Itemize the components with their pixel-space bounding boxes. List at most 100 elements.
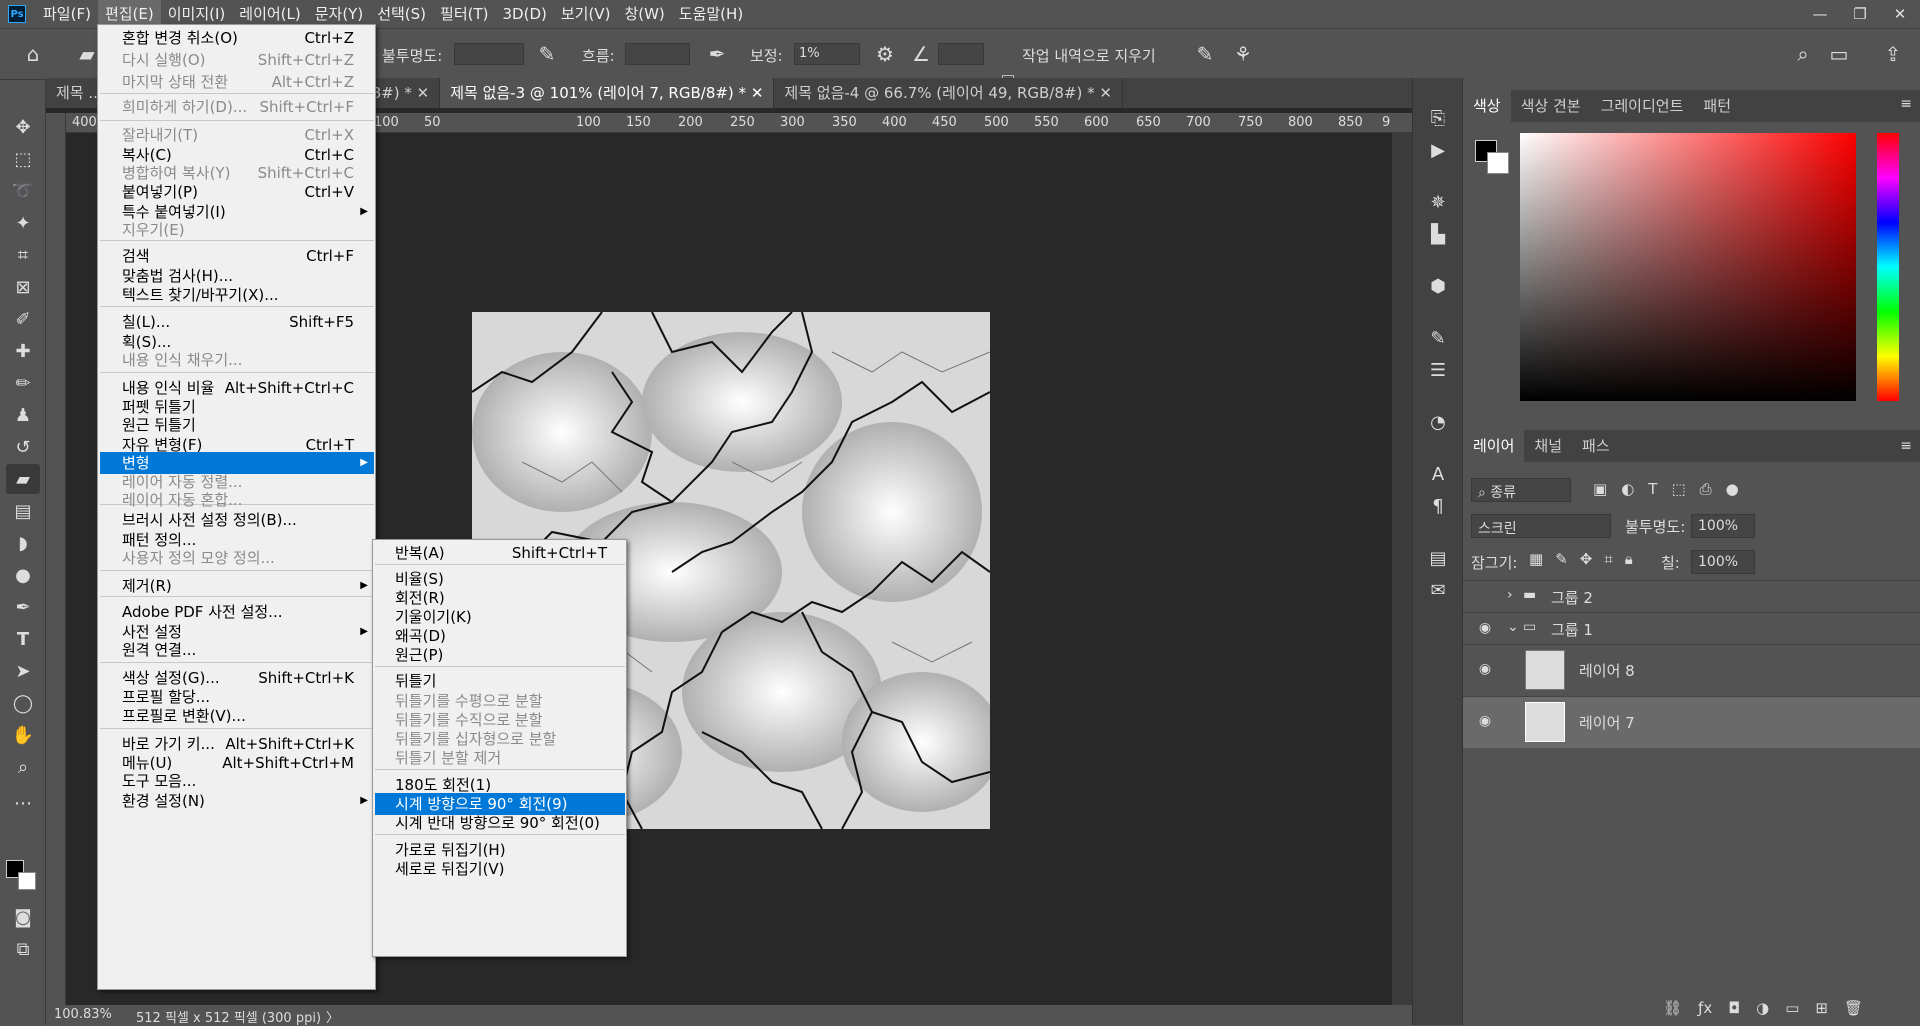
tab-channels[interactable]: 채널 [1524,430,1572,462]
chevron-right-icon[interactable]: › [1507,587,1513,603]
edit-menu-item[interactable]: 도구 모음... [100,770,374,792]
share-icon[interactable]: ⇪ [1880,41,1906,67]
status-arrow-icon[interactable]: 〉 [326,1007,339,1026]
history-brush-icon[interactable]: ↺ [6,432,40,462]
tab-layers[interactable]: 레이어 [1463,430,1525,462]
paragraph-panel-icon[interactable]: ¶ [1423,492,1453,520]
stamp-tool-icon[interactable]: ♟ [6,400,40,430]
edit-menu-item[interactable]: 칠(L)... Shift+F5 [100,311,374,333]
quick-mask-icon[interactable]: ◙ [6,902,40,932]
crop-tool-icon[interactable]: ⌗ [6,240,40,270]
layer-row-layer-7[interactable]: ◉ 레이어 7 [1463,696,1920,748]
close-icon[interactable]: ✕ [751,84,764,102]
notes-panel-icon[interactable]: ✉ [1423,576,1453,604]
doc-tab-4[interactable]: 제목 없음-4 @ 66.7% (레이어 49, RGB/8#) * ✕ [774,78,1123,108]
restore-icon[interactable]: ❐ [1840,0,1880,28]
move-tool-icon[interactable]: ✥ [6,112,40,142]
healing-brush-icon[interactable]: ✚ [6,336,40,366]
magic-wand-icon[interactable]: ✦ [6,208,40,238]
minimize-icon[interactable]: — [1800,0,1840,28]
path-selection-icon[interactable]: ➤ [6,656,40,686]
edit-menu-item[interactable]: 환경 설정(N) ▶ [100,790,374,812]
actions-panel-icon[interactable]: ▶ [1423,136,1453,164]
marquee-tool-icon[interactable]: ⬚ [6,144,40,174]
screen-mode-icon[interactable]: ⧉ [6,934,40,964]
lock-all-icon[interactable]: 🔒︎ [1625,550,1633,568]
new-group-icon[interactable]: ▭ [1785,999,1799,1017]
transform-menu-item[interactable]: 반복(A) Shift+Ctrl+T [375,542,625,564]
libraries-panel-icon[interactable]: ▤ [1423,544,1453,572]
tab-color[interactable]: 색상 [1463,90,1511,122]
3d-panel-icon[interactable]: ⬢ [1423,272,1453,300]
edit-menu-item[interactable]: Adobe PDF 사전 설정... [100,601,374,623]
background-color-swatch[interactable] [18,872,36,890]
edit-menu-item[interactable]: 제거(R) ▶ [100,575,374,597]
transform-menu-item[interactable]: 세로로 뒤집기(V) [375,858,625,880]
menu-filter[interactable]: 필터(T) [433,0,495,28]
transform-menu-item[interactable]: 원근(P) [375,644,625,666]
edit-menu-item[interactable]: 원격 연결... [100,639,374,661]
edit-menu-item[interactable]: 프로필로 변환(V)... [100,705,374,727]
search-icon[interactable]: ⌕ [1790,41,1816,67]
lock-artboard-icon[interactable]: ⌗ [1604,550,1612,568]
lock-position-icon[interactable]: ✥ [1580,550,1593,568]
close-icon[interactable]: ✕ [1880,0,1920,28]
edit-menu-item[interactable]: 검색 Ctrl+F [100,245,374,267]
shape-filter-icon[interactable]: ⬚ [1671,480,1685,498]
edit-menu-item[interactable]: 붙여넣기(P) Ctrl+V [100,181,374,203]
panel-menu-icon[interactable]: ≡ [1900,96,1912,112]
close-icon[interactable]: ✕ [1099,84,1112,102]
flow-field[interactable] [625,43,690,65]
tab-paths[interactable]: 패스 [1572,430,1620,462]
vertical-scrollbar[interactable] [1392,133,1412,1005]
layer-row-group-1[interactable]: ◉ ⌄ ▭ 그룹 1 [1463,612,1920,644]
chevron-down-icon[interactable]: ⌄ [1507,619,1519,635]
angle-icon[interactable]: ∠ [908,41,934,67]
pressure-size-icon[interactable]: ✎ [1192,41,1218,67]
histogram-panel-icon[interactable]: ▙ [1423,220,1453,248]
blend-mode-select[interactable]: 스크린 [1471,514,1611,538]
brush-tool-icon[interactable]: ✏ [6,368,40,398]
menu-view[interactable]: 보기(V) [554,0,618,28]
trash-icon[interactable]: 🗑︎ [1844,999,1863,1017]
smoothing-field[interactable]: 1% [794,43,860,65]
edit-menu-item[interactable]: 텍스트 찾기/바꾸기(X)... [100,284,374,306]
link-icon[interactable]: ⛓ [1663,999,1682,1017]
lock-transparent-icon[interactable]: ▦ [1529,550,1543,568]
eyedropper-icon[interactable]: ✐ [6,304,40,334]
opacity-input[interactable]: 100% [1691,514,1755,538]
new-layer-icon[interactable]: ⊞ [1815,999,1828,1017]
menu-window[interactable]: 창(W) [617,0,671,28]
filter-toggle-icon[interactable]: ● [1726,480,1739,498]
tab-gradients[interactable]: 그레이디언트 [1591,90,1694,122]
dodge-tool-icon[interactable]: ● [6,560,40,590]
history-panel-icon[interactable]: ⎘ [1423,104,1453,132]
hue-slider[interactable] [1877,133,1899,401]
edit-menu-item[interactable]: 혼합 변경 취소(O) Ctrl+Z [100,27,374,49]
layer-row-layer-8[interactable]: ◉ 레이어 8 [1463,644,1920,696]
layers-menu-icon[interactable]: ≡ [1900,438,1912,454]
doc-tab-3[interactable]: 제목 없음-3 @ 101% (레이어 7, RGB/8#) * ✕ [440,78,775,108]
eye-icon[interactable]: ◉ [1473,661,1497,677]
adjustments-panel-icon[interactable]: ✵ [1423,188,1453,216]
tab-swatches[interactable]: 색상 견본 [1511,90,1591,122]
gradient-tool-icon[interactable]: ▤ [6,496,40,526]
type-tool-icon[interactable]: T [6,624,40,654]
character-panel-icon[interactable]: A [1423,460,1453,488]
zoom-tool-icon[interactable]: ⌕ [6,752,40,782]
ellipse-tool-icon[interactable]: ◯ [6,688,40,718]
workspace-icon[interactable]: ▭ [1826,41,1852,67]
color-picker-field[interactable] [1520,133,1856,401]
zoom-level[interactable]: 100.83% [54,1007,112,1022]
eye-icon[interactable]: ◉ [1473,620,1497,636]
smart-object-filter-icon[interactable]: ⎙ [1700,480,1712,498]
brush-settings-icon[interactable]: ✎ [1423,324,1453,352]
menu-3d[interactable]: 3D(D) [496,0,554,28]
fx-icon[interactable]: ƒx [1698,999,1712,1017]
transform-menu-item[interactable]: 시계 반대 방향으로 90° 회전(0) [375,812,625,834]
eye-icon[interactable]: ◉ [1473,713,1497,729]
blur-tool-icon[interactable]: ◗ [6,528,40,558]
symmetry-icon[interactable]: ⚘ [1230,41,1256,67]
menu-file[interactable]: 파일(F) [36,0,98,28]
panel-background-swatch[interactable] [1487,152,1509,174]
